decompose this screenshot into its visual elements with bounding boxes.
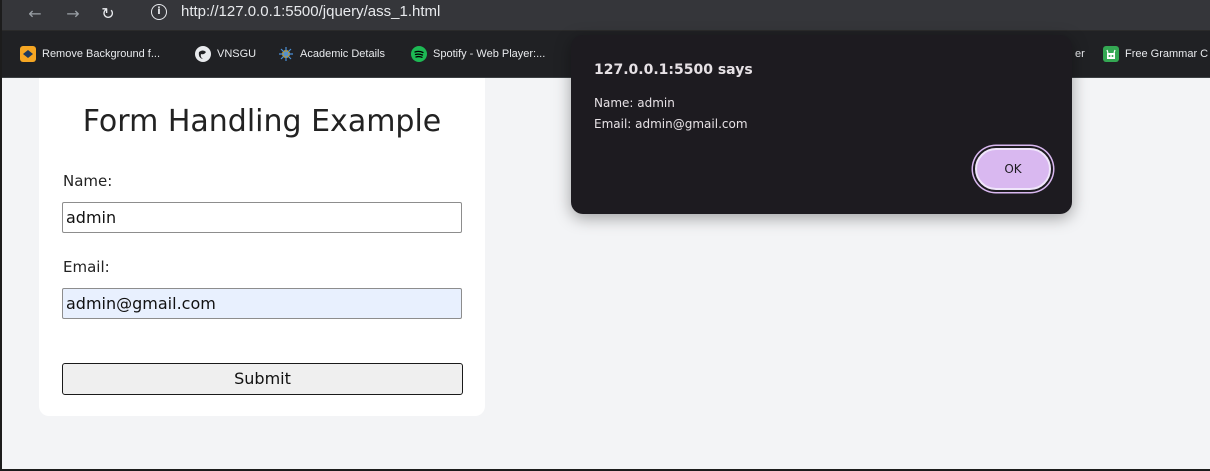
dialog-message-name: Name: admin [594,96,675,110]
page-title: Form Handling Example [82,104,442,139]
name-field[interactable]: admin [62,202,462,233]
submit-button[interactable]: Submit [62,363,463,395]
bookmark-academic-details[interactable]: Academic Details [278,44,385,64]
browser-toolbar: ← → ↻ i http://127.0.0.1:5500/jquery/ass… [0,0,1210,31]
bookmark-label: Spotify - Web Player:... [433,48,546,60]
bookmark-remove-background[interactable]: Remove Background f... [20,44,160,64]
bookmark-label: Academic Details [300,48,385,60]
reload-button[interactable]: ↻ [97,3,119,25]
grammar-icon [1103,46,1119,62]
form-card: Form Handling Example Name: admin Email:… [39,78,485,416]
remove-bg-icon [20,46,36,62]
bookmark-free-grammar[interactable]: Free Grammar C [1103,44,1208,64]
address-bar[interactable]: http://127.0.0.1:5500/jquery/ass_1.html [181,2,440,22]
dialog-title: 127.0.0.1:5500 says [594,62,753,78]
back-button[interactable]: ← [24,3,46,25]
email-label: Email: [63,258,110,276]
ok-button[interactable]: OK [975,148,1051,190]
alert-dialog: 127.0.0.1:5500 says Name: admin Email: a… [571,35,1072,214]
bookmark-vnsgu[interactable]: VNSGU [195,44,256,64]
bookmark-spotify[interactable]: Spotify - Web Player:... [411,44,545,64]
academic-icon [278,46,294,62]
name-label: Name: [63,172,113,190]
bookmark-label: VNSGU [217,48,257,60]
bookmark-partial[interactable]: er [1075,44,1085,64]
bookmark-label: Remove Background f... [42,48,161,60]
bookmark-label: er [1075,48,1085,60]
info-icon[interactable]: i [151,4,167,20]
dialog-message-email: Email: admin@gmail.com [594,117,748,131]
bookmark-label: Free Grammar C [1125,48,1209,60]
forward-button[interactable]: → [62,3,84,25]
email-field[interactable]: admin@gmail.com [62,288,462,319]
spotify-icon [411,46,427,62]
globe-icon [195,46,211,62]
